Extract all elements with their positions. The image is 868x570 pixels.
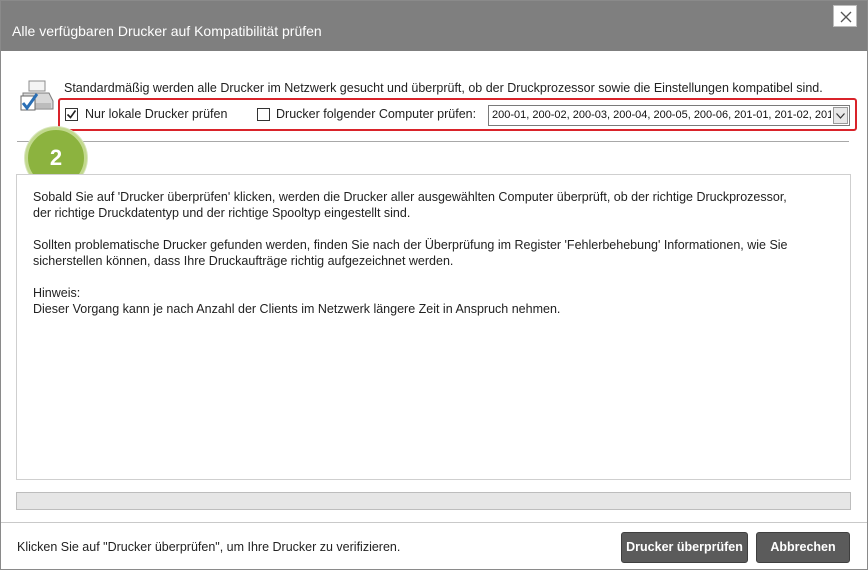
info-paragraph-2-line-2: sicherstellen können, dass Ihre Druckauf… (33, 254, 454, 268)
window-title: Alle verfügbaren Drucker auf Kompatibili… (12, 23, 322, 39)
computers-combobox-value: 200-01, 200-02, 200-03, 200-04, 200-05, … (492, 109, 831, 121)
note-label: Hinweis: (33, 286, 81, 300)
footer-separator (1, 522, 867, 523)
checkmark-icon (66, 110, 77, 119)
note-text: Dieser Vorgang kann je nach Anzahl der C… (33, 302, 561, 316)
footer-status-text: Klicken Sie auf "Drucker überprüfen", um… (17, 540, 401, 554)
local-printers-label[interactable]: Nur lokale Drucker prüfen (85, 107, 227, 121)
computers-combobox[interactable]: 200-01, 200-02, 200-03, 200-04, 200-05, … (488, 105, 850, 126)
info-paragraph-1-line-2: der richtige Druckdatentyp und der richt… (33, 206, 411, 220)
separator-line (17, 141, 849, 142)
close-button[interactable] (833, 5, 857, 27)
progress-bar (16, 492, 851, 510)
cancel-button[interactable]: Abbrechen (756, 532, 850, 563)
chevron-down-icon (836, 113, 845, 119)
dialog-window: Alle verfügbaren Drucker auf Kompatibili… (0, 0, 868, 570)
computers-checkbox[interactable] (257, 108, 270, 121)
printer-check-icon (20, 80, 54, 111)
combobox-dropdown-button[interactable] (833, 107, 848, 124)
computers-label[interactable]: Drucker folgender Computer prüfen: (276, 107, 476, 121)
title-bar: Alle verfügbaren Drucker auf Kompatibili… (1, 1, 867, 51)
close-icon (840, 11, 852, 23)
info-paragraph-1-line-1: Sobald Sie auf 'Drucker überprüfen' klic… (33, 190, 787, 204)
check-printers-button[interactable]: Drucker überprüfen (621, 532, 748, 563)
local-printers-checkbox[interactable] (65, 108, 78, 121)
info-paragraph-2-line-1: Sollten problematische Drucker gefunden … (33, 238, 788, 252)
description-text: Standardmäßig werden alle Drucker im Net… (64, 81, 823, 95)
info-panel: Sobald Sie auf 'Drucker überprüfen' klic… (16, 174, 851, 480)
